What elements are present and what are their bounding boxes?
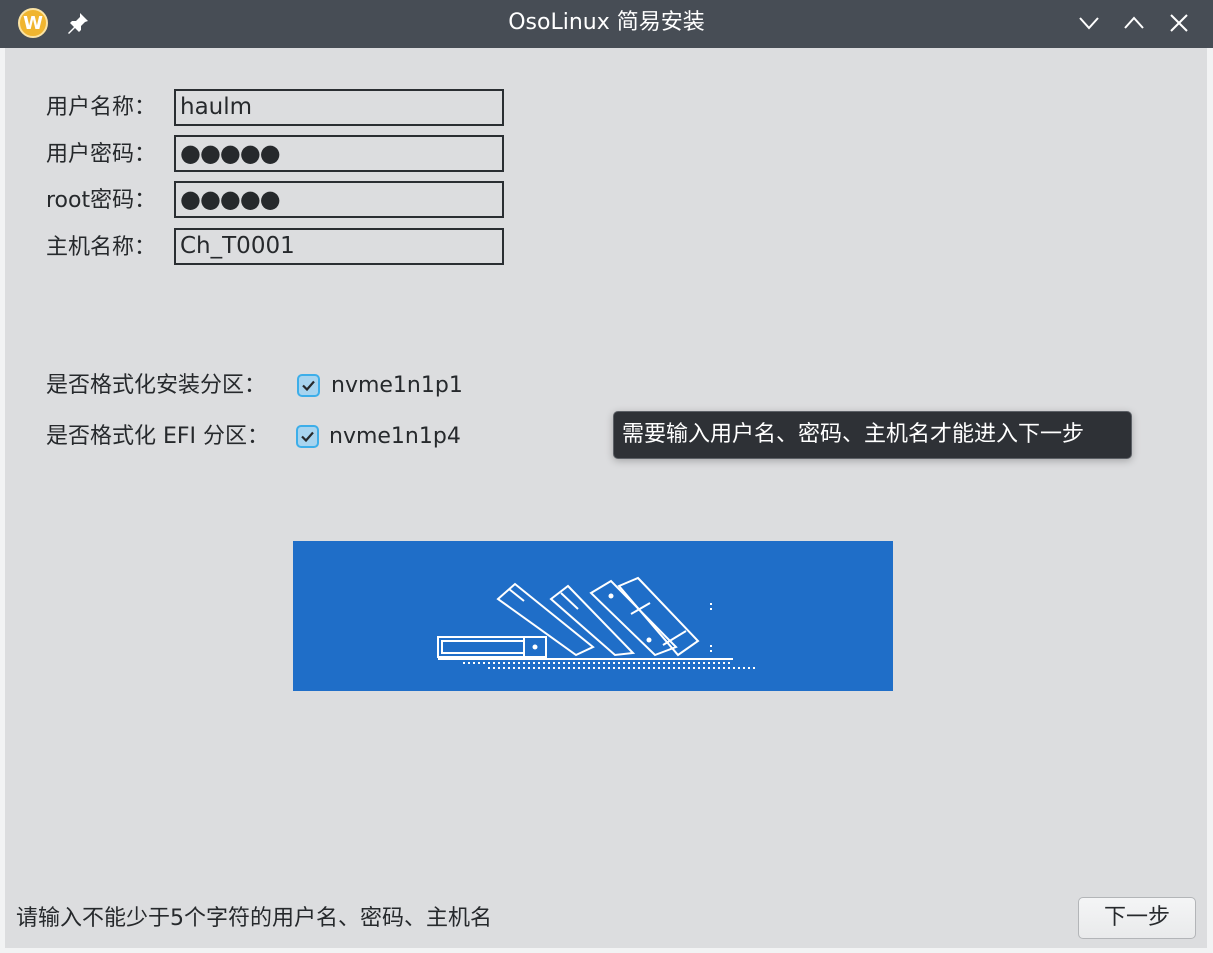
format-install-partition[interactable]: nvme1n1p1 (331, 369, 463, 403)
checkmark-icon (302, 380, 315, 392)
format-install-checkbox[interactable] (297, 374, 320, 397)
password-label: 用户密码： (46, 142, 157, 167)
window-frame-bottom (0, 948, 1213, 953)
hostname-field[interactable]: Ch_T0001 (174, 228, 504, 265)
password-field[interactable]: ●●●●● (174, 135, 504, 172)
root-password-field[interactable]: ●●●●● (174, 181, 504, 218)
format-efi-checkbox[interactable] (296, 425, 319, 448)
checkmark-icon (301, 431, 314, 443)
username-label: 用户名称： (46, 95, 157, 120)
window-frame-right (1207, 48, 1213, 953)
format-install-label: 是否格式化安装分区： (46, 373, 267, 398)
books-illustration (437, 576, 755, 669)
minimize-icon[interactable] (1076, 10, 1102, 36)
books-illustration-banner (293, 541, 893, 691)
window-title: OsoLinux 简易安装 (508, 10, 705, 35)
format-efi-label: 是否格式化 EFI 分区： (46, 424, 270, 449)
format-efi-partition[interactable]: nvme1n1p4 (329, 420, 461, 454)
hostname-label: 主机名称： (46, 235, 157, 260)
tooltip: 需要输入用户名、密码、主机名才能进入下一步 (613, 411, 1132, 459)
root-password-label: root密码： (46, 188, 157, 213)
username-field[interactable]: haulm (174, 89, 504, 126)
next-button[interactable]: 下一步 (1078, 897, 1196, 939)
maximize-icon[interactable] (1121, 10, 1147, 36)
title-bar: W OsoLinux 简易安装 (0, 0, 1213, 48)
close-icon[interactable] (1166, 10, 1192, 36)
status-message: 请输入不能少于5个字符的用户名、密码、主机名 (16, 906, 492, 931)
